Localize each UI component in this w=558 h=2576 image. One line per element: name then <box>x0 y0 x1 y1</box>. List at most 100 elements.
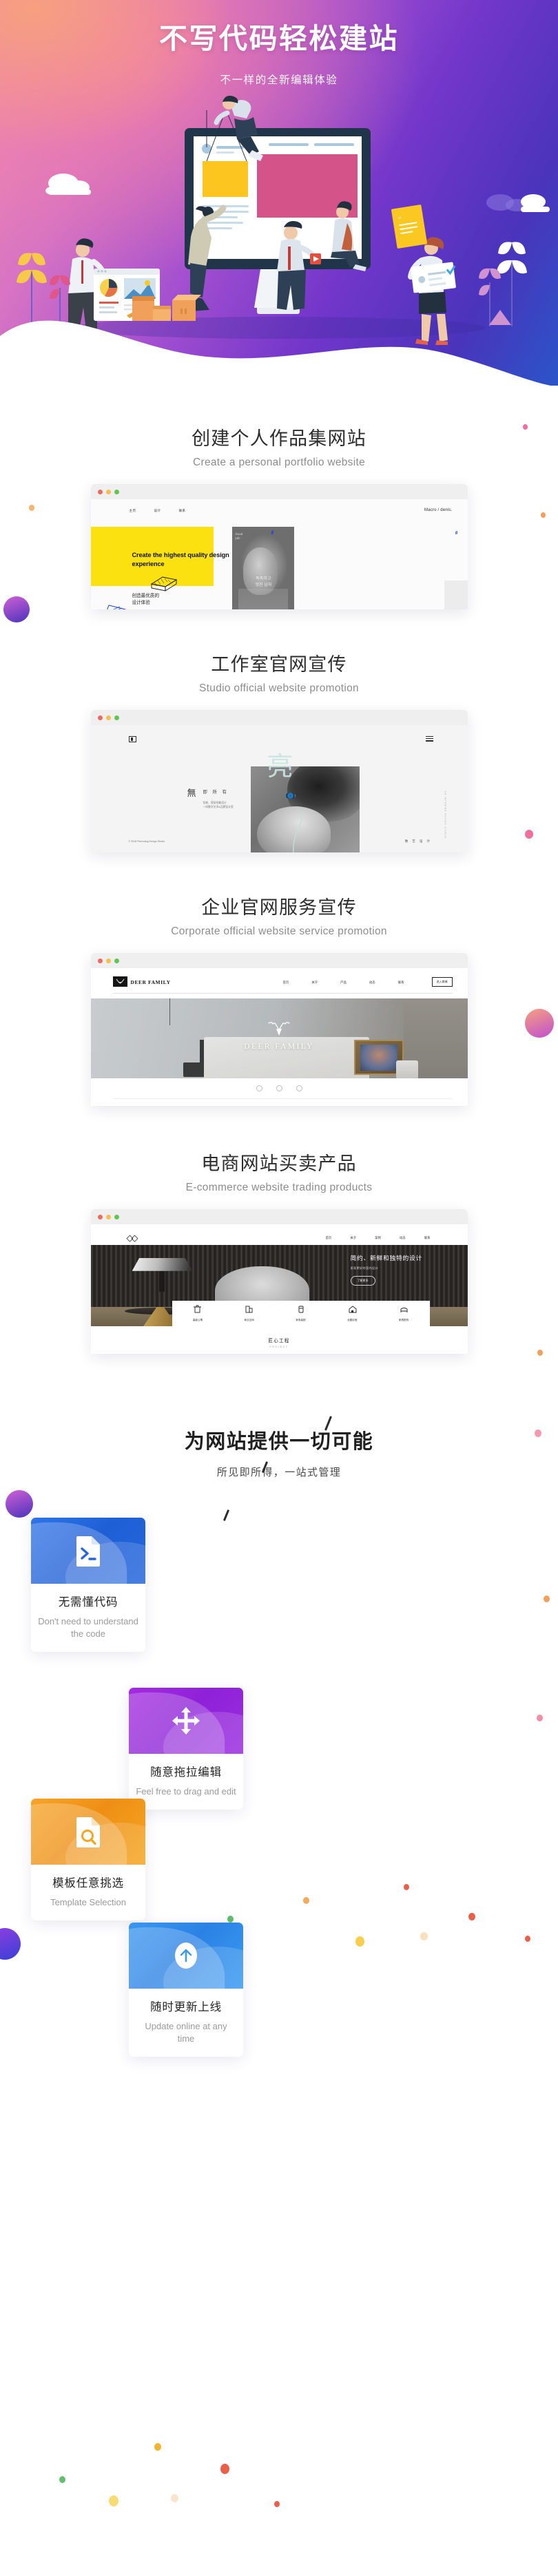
section-title-cn: 电商网站买卖产品 <box>201 1153 357 1174</box>
ecommerce-nav-item-1[interactable]: 首页 <box>326 1236 332 1240</box>
window-maximize-dot[interactable] <box>114 1214 119 1219</box>
ecommerce-nav-item-4[interactable]: 动态 <box>400 1236 406 1240</box>
deer-logo-icon <box>112 976 127 987</box>
decor-dot-17 <box>220 2464 229 2474</box>
portfolio-nav-item-2[interactable]: 设计 <box>154 509 161 513</box>
corporate-cta-button[interactable]: 进入商城 <box>431 977 453 987</box>
section-title-en: Studio official website promotion <box>199 682 359 694</box>
section-header: 创建个人作品集网站 Create a personal portfolio we… <box>0 423 558 469</box>
corporate-nav-item-3[interactable]: 产品 <box>340 981 347 985</box>
portfolio-brand: Macro / denis. <box>424 508 453 512</box>
feature-card-header <box>129 1923 243 1989</box>
portfolio-nav-item-3[interactable]: 联系 <box>179 509 186 513</box>
section-title-en: Corporate official website service promo… <box>171 925 387 937</box>
window-minimize-dot[interactable] <box>105 958 111 963</box>
social-icon-1[interactable] <box>256 1085 262 1091</box>
features-subtitle: 所见即所得，一站式管理 <box>216 1467 342 1478</box>
window-close-dot[interactable] <box>97 958 103 963</box>
window-minimize-dot[interactable] <box>105 1214 111 1219</box>
feature-cards-grid: 无需懂代码 Don't need to understand the code … <box>0 1518 558 2057</box>
features-header: 为网站提供一切可能 所见即所得，一站式管理 <box>0 1416 558 1521</box>
studio-curve-decoration <box>292 813 302 852</box>
ecommerce-category-label-2: 商业空间 <box>244 1319 254 1321</box>
social-icon-2[interactable] <box>276 1085 282 1091</box>
window-close-dot[interactable] <box>97 489 103 494</box>
feature-card-body: 随时更新上线 Update online at any time <box>129 1989 243 2057</box>
ecommerce-category-5[interactable]: 家具配饰 <box>399 1305 409 1322</box>
portfolio-hash-mark: # <box>455 531 458 536</box>
isometric-box-icon <box>150 576 177 591</box>
feature-card-title-en: Feel free to drag and edit <box>136 1786 236 1797</box>
ecommerce-headline: 简约、新鲜和独特的设计 <box>350 1255 422 1261</box>
browser-titlebar <box>90 1209 468 1224</box>
window-maximize-dot[interactable] <box>114 489 119 494</box>
studio-page-content: 亮 無 即 所 有 包装、视觉形象设计 一间数字艺术&品牌设计室 AN INTE… <box>90 725 468 852</box>
portfolio-slash-mark: /// <box>271 531 274 536</box>
code-file-icon <box>76 1536 100 1567</box>
browser-mockup-ecommerce: ◇◇ 首页 关于 案例 动态 联系 简约、新鲜和独特的设计 发现更好的室内设计 <box>90 1209 468 1354</box>
social-icon-3[interactable] <box>296 1085 302 1091</box>
ecommerce-subline: 发现更好的室内设计 <box>350 1266 378 1270</box>
ecommerce-logo-icon[interactable]: ◇◇ <box>127 1233 138 1244</box>
window-maximize-dot[interactable] <box>114 715 119 720</box>
feature-card-template[interactable]: 模板任意挑选 Template Selection <box>31 1799 145 1920</box>
ecommerce-category-4[interactable]: 全屋民宿 <box>347 1305 357 1322</box>
section-studio: 工作室官网宣传 Studio official website promotio… <box>0 609 558 852</box>
ecommerce-category-label-1: 高级公寓 <box>192 1319 203 1321</box>
feature-card-title-en: Update online at any time <box>145 2021 227 2044</box>
ecommerce-page-content: ◇◇ 首页 关于 案例 动态 联系 简约、新鲜和独特的设计 发现更好的室内设计 <box>90 1224 468 1354</box>
browser-mockup-studio: 亮 無 即 所 有 包装、视觉形象设计 一间数字艺术&品牌设计室 AN INTE… <box>90 710 468 852</box>
studio-vertical-text: AN INTERIOR DESIGN STUDIO <box>444 791 447 839</box>
corporate-header-divider <box>112 993 453 994</box>
window-minimize-dot[interactable] <box>105 489 111 494</box>
ecommerce-category-3[interactable]: 家电装配 <box>296 1305 306 1322</box>
feature-card-no-code[interactable]: 无需懂代码 Don't need to understand the code <box>31 1518 145 1652</box>
feature-card-header <box>129 1688 243 1754</box>
portfolio-nav: 主页 设计 联系 <box>130 509 186 513</box>
portfolio-slogan: Create the highest quality design experi… <box>132 552 229 567</box>
ecommerce-nav-item-3[interactable]: 案例 <box>375 1236 381 1240</box>
ecommerce-nav-item-2[interactable]: 关于 <box>350 1236 356 1240</box>
section-title-cn: 企业官网服务宣传 <box>201 897 357 918</box>
hamburger-menu-icon[interactable] <box>425 736 433 742</box>
section-title-en: E-commerce website trading products <box>185 1182 373 1193</box>
ecommerce-nav-item-5[interactable]: 联系 <box>424 1236 431 1240</box>
corporate-nav-item-1[interactable]: 首页 <box>283 981 289 985</box>
ecommerce-learn-more-button[interactable]: 了解更多 <box>350 1276 375 1286</box>
portfolio-grey-block <box>444 580 468 609</box>
window-minimize-dot[interactable] <box>105 715 111 720</box>
feature-card-update-online[interactable]: 随时更新上线 Update online at any time <box>129 1923 243 2057</box>
feature-card-body: 随意拖拉编辑 Feel free to drag and edit <box>129 1754 243 1810</box>
studio-logo-icon[interactable] <box>128 736 136 742</box>
homestay-icon <box>349 1306 357 1313</box>
window-close-dot[interactable] <box>97 1214 103 1219</box>
decor-dot-16 <box>154 2443 161 2451</box>
corporate-nav-item-2[interactable]: 关于 <box>311 981 318 985</box>
ecommerce-category-2[interactable]: 商业空间 <box>245 1305 254 1322</box>
section-title-en: Create a personal portfolio website <box>192 457 366 468</box>
ecommerce-project-en: PROJECT <box>269 1345 289 1348</box>
window-close-dot[interactable] <box>97 715 103 720</box>
corporate-nav-item-5[interactable]: 联系 <box>398 981 404 985</box>
portfolio-photo-tag: Good job! <box>235 532 243 541</box>
feature-card-title-cn: 随时更新上线 <box>150 2001 222 2013</box>
section-title-cn: 创建个人作品集网站 <box>192 428 366 449</box>
studio-eye-detail <box>285 793 296 799</box>
studio-headline: 無 <box>187 788 196 798</box>
section-header: 工作室官网宣传 Studio official website promotio… <box>0 649 558 695</box>
apartment-icon <box>194 1305 202 1313</box>
deer-antlers-icon <box>268 1022 290 1036</box>
page-title: 不写代码轻松建站 <box>159 23 399 54</box>
ecommerce-category-1[interactable]: 高级公寓 <box>193 1305 203 1322</box>
ecommerce-nav: 首页 关于 案例 动态 联系 <box>326 1236 431 1240</box>
window-maximize-dot[interactable] <box>114 958 119 963</box>
corporate-social-icons <box>91 1085 468 1091</box>
template-search-icon <box>76 1817 100 1847</box>
decor-dot-21 <box>274 2501 280 2507</box>
feature-card-drag-edit[interactable]: 随意拖拉编辑 Feel free to drag and edit <box>129 1688 243 1810</box>
portfolio-page-content: 主页 设计 联系 Macro / denis. Create the highe… <box>90 499 468 609</box>
corporate-nav-item-4[interactable]: 动态 <box>369 981 375 985</box>
corporate-watermark-text: DEER FAMILY <box>244 1043 314 1051</box>
corporate-nav: 首页 关于 产品 动态 联系 <box>283 981 404 985</box>
portfolio-nav-item-1[interactable]: 主页 <box>130 509 136 513</box>
